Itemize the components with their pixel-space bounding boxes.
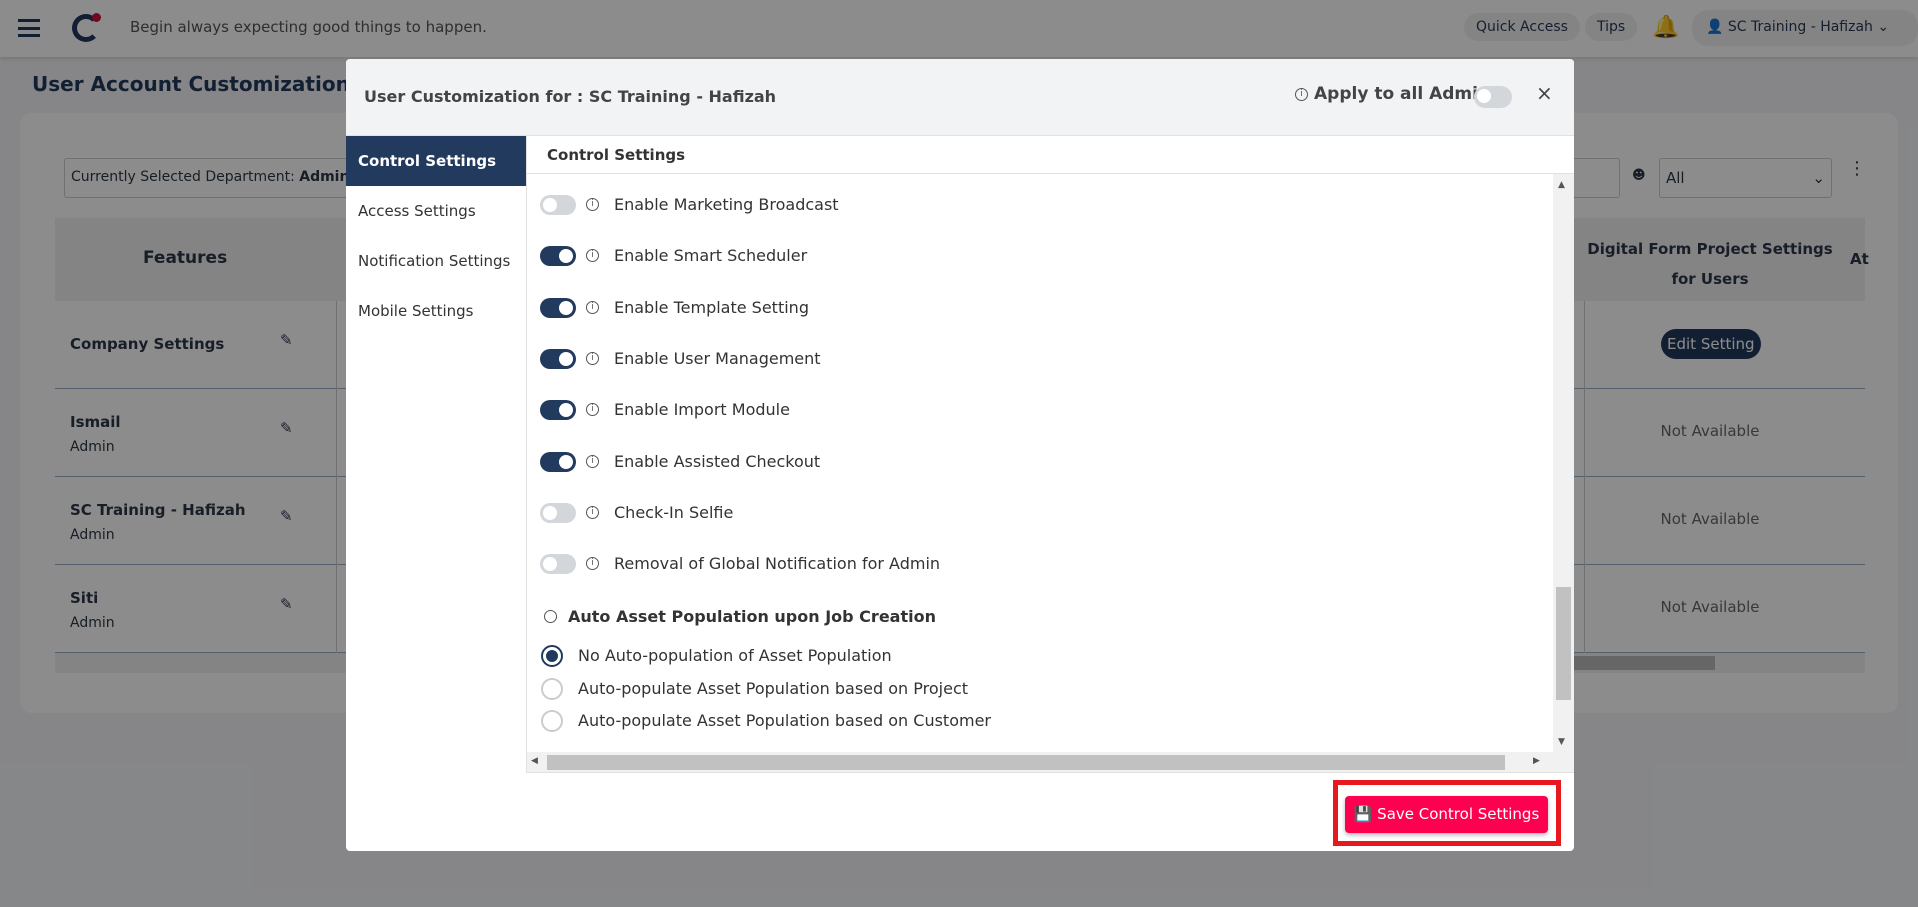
toggle-label: Enable Template Setting [614, 297, 809, 317]
radio-group-label: Auto Asset Population upon Job Creation [568, 607, 936, 626]
radio-button[interactable] [541, 710, 563, 732]
info-icon: i [586, 198, 599, 211]
radio-button[interactable] [541, 677, 563, 700]
nav-mobile-settings[interactable]: Mobile Settings [346, 286, 526, 336]
nav-notification-settings[interactable]: Notification Settings [346, 236, 526, 286]
toggle-label: Removal of Global Notification for Admin [614, 554, 941, 574]
info-icon: i [586, 351, 599, 365]
section-header: Control Settings [527, 136, 1574, 174]
toggle-label: Enable Import Module [614, 400, 790, 420]
info-icon [544, 610, 557, 623]
info-icon: i [586, 557, 599, 571]
modal-title: User Customization for : SC Training - H… [364, 87, 777, 106]
toggle-label: Enable Marketing Broadcast [614, 195, 839, 214]
toggle-switch[interactable] [540, 451, 576, 472]
radio-label: No Auto-population of Asset Population [578, 646, 892, 665]
section-title: Control Settings [547, 146, 686, 164]
info-icon: i [586, 300, 599, 314]
info-icon: i [586, 505, 599, 519]
info-icon: i [586, 454, 599, 468]
vertical-scrollbar[interactable]: ▲ ▼ [1553, 174, 1574, 752]
toggle-label: Enable Smart Scheduler [614, 246, 808, 266]
toggle-switch[interactable] [540, 400, 576, 421]
modal-header: User Customization for : SC Training - H… [346, 59, 1574, 136]
toggle-switch[interactable] [540, 348, 576, 369]
toggle-switch[interactable] [540, 502, 576, 523]
save-control-settings-button[interactable]: 💾 Save Control Settings [1345, 796, 1548, 833]
radio-button[interactable] [541, 645, 563, 667]
toggle-switch[interactable] [540, 297, 576, 318]
nav-control-settings[interactable]: Control Settings [346, 136, 526, 186]
radio-label: Auto-populate Asset Population based on … [578, 711, 991, 730]
apply-all-label: Apply to all Admin [1314, 84, 1491, 104]
toggle-label: Check-In Selfie [614, 502, 734, 522]
radio-label: Auto-populate Asset Population based on … [578, 678, 969, 698]
close-icon[interactable]: × [1536, 81, 1553, 105]
toggle-label: Enable User Management [614, 348, 821, 368]
toggle-switch[interactable] [540, 246, 576, 267]
apply-all-toggle[interactable] [1474, 86, 1512, 108]
save-label: Save Control Settings [1377, 805, 1540, 823]
nav-access-settings[interactable]: Access Settings [346, 186, 526, 236]
toggle-switch[interactable] [540, 195, 576, 215]
toggle-switch[interactable] [540, 554, 576, 575]
info-icon: i [1295, 88, 1308, 101]
horizontal-scrollbar[interactable]: ◀ ▶ [527, 752, 1574, 773]
save-icon: 💾 [1353, 805, 1373, 823]
settings-nav: Control Settings Access Settings Notificat… [346, 136, 527, 773]
toggle-label: Enable Assisted Checkout [614, 451, 821, 471]
user-customization-modal: User Customization for : SC Training - H… [346, 59, 1574, 851]
